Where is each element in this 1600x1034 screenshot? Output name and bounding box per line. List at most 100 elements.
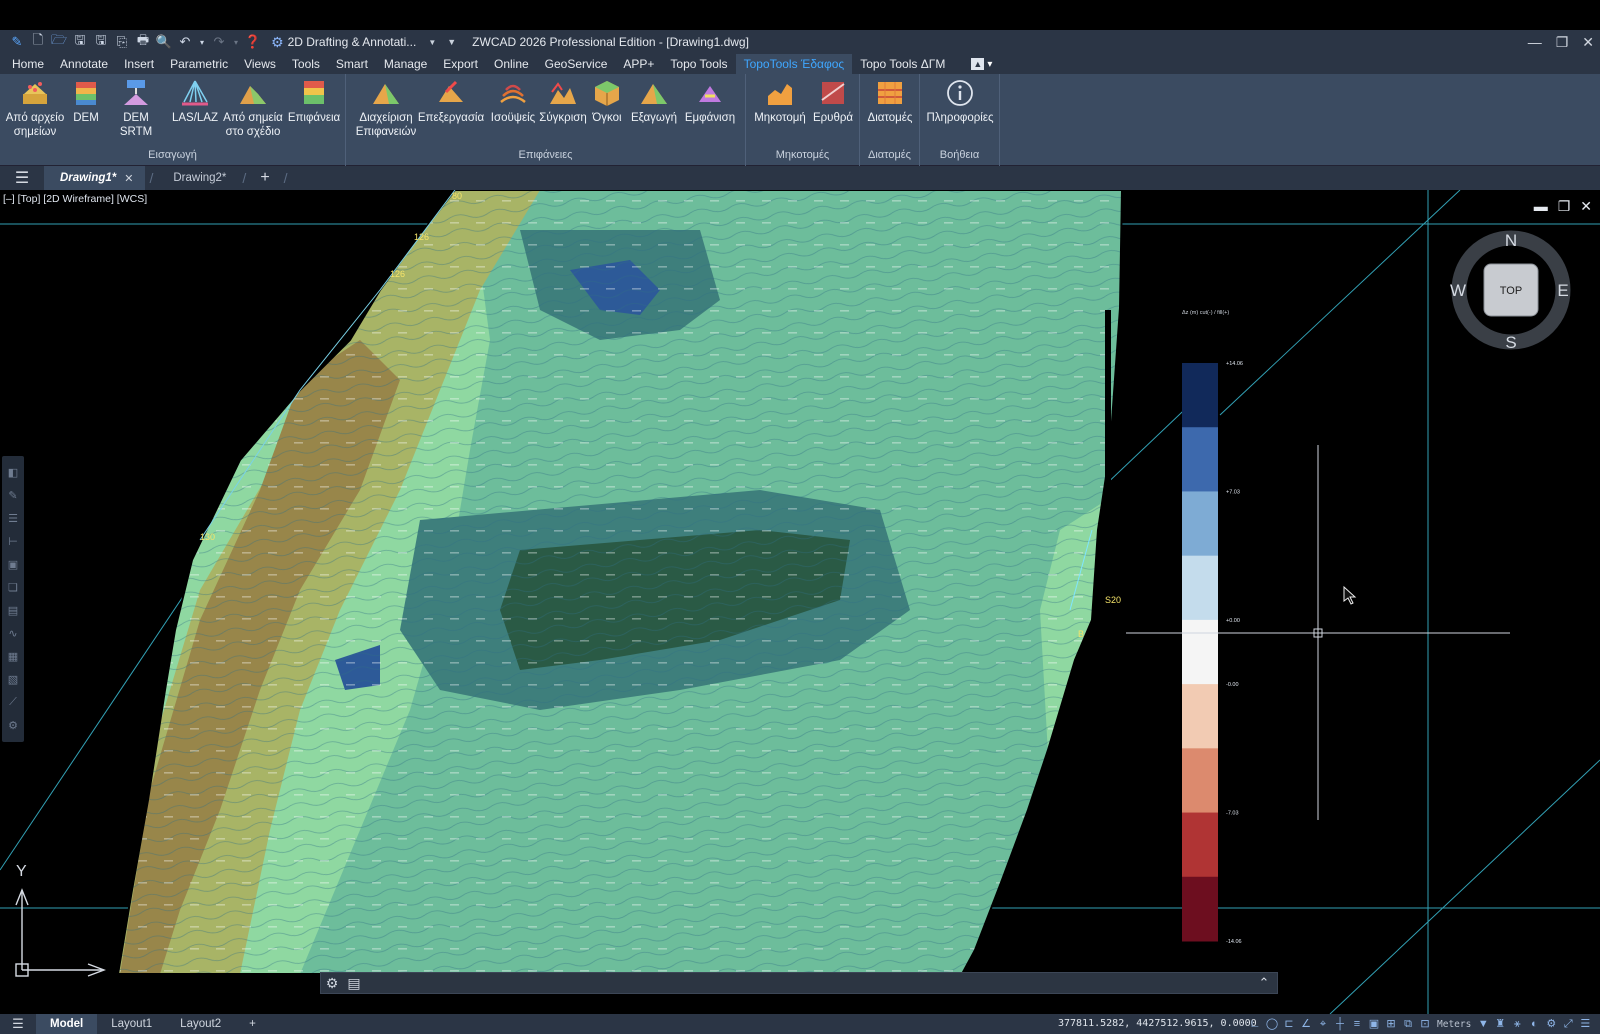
hamburger-menu-icon[interactable]: ☰ xyxy=(0,168,44,188)
tab-parametric[interactable]: Parametric xyxy=(162,54,236,74)
dem-srtm-button[interactable]: DEM SRTM xyxy=(106,78,166,139)
app-logo-icon[interactable]: ✎ xyxy=(8,33,26,51)
hamburger-menu-icon[interactable]: ☰ xyxy=(0,1016,36,1032)
tab-topo-tools-dgm[interactable]: Topo Tools ΔΓΜ xyxy=(852,54,953,74)
info-button[interactable]: Πληροφορίες xyxy=(924,78,996,125)
ortho-icon[interactable]: ⊏ xyxy=(1282,1017,1296,1031)
manage-surfaces-button[interactable]: Διαχείριση Επιφανειών xyxy=(352,78,420,139)
print-icon[interactable]: 🖶 xyxy=(134,32,152,51)
gear-icon[interactable]: ⚙ xyxy=(1544,1017,1558,1031)
undo-icon[interactable]: ↶ xyxy=(176,33,194,51)
from-drawing-points-button[interactable]: Από σημεία στο σχέδιο xyxy=(220,78,286,139)
new-file-icon[interactable]: 🗋 xyxy=(29,32,47,51)
compare-button[interactable]: Σύγκριση xyxy=(538,78,588,125)
units-label[interactable]: Meters xyxy=(1437,1019,1471,1030)
tab-tools[interactable]: Tools xyxy=(284,54,328,74)
viewport-restore-button[interactable]: ❐ xyxy=(1558,198,1571,215)
viewport-label[interactable]: [–] [Top] [2D Wireframe] [WCS] xyxy=(3,193,147,205)
doc-tab-drawing2[interactable]: Drawing2* xyxy=(157,166,238,190)
add-layout-button[interactable]: + xyxy=(235,1014,270,1034)
tab-layout1[interactable]: Layout1 xyxy=(97,1014,166,1034)
contours-button[interactable]: Ισοϋψείς xyxy=(488,78,538,125)
fullscreen-icon[interactable]: ⤢ xyxy=(1561,1017,1575,1031)
block-tool-icon[interactable]: ▣ xyxy=(6,558,20,577)
compass-north[interactable]: N xyxy=(1505,231,1517,250)
qat-customize-icon[interactable]: ▼ xyxy=(447,37,456,47)
tab-layout2[interactable]: Layout2 xyxy=(166,1014,235,1034)
gear-icon[interactable]: ⚙ xyxy=(6,719,20,738)
minimize-button[interactable]: — xyxy=(1528,34,1542,50)
customize-menu-icon[interactable]: ☰ xyxy=(1578,1017,1592,1031)
polar-tracking-icon[interactable]: ∠ xyxy=(1299,1017,1313,1031)
chevron-down-icon[interactable]: ▼ xyxy=(1476,1017,1490,1031)
surface-button[interactable]: Επιφάνεια xyxy=(286,78,342,125)
compass-west[interactable]: W xyxy=(1450,281,1466,300)
otrack-icon[interactable]: ┼ xyxy=(1333,1017,1347,1031)
viewport-close-button[interactable]: ✕ xyxy=(1580,198,1592,215)
edit-surface-button[interactable]: Επεξεργασία xyxy=(416,78,486,125)
las-laz-button[interactable]: LAS/LAZ xyxy=(170,78,220,125)
help-icon[interactable]: ❓ xyxy=(244,33,262,51)
tab-home[interactable]: Home xyxy=(4,54,52,74)
tab-app-plus[interactable]: APP+ xyxy=(615,54,662,74)
copy-clip-icon[interactable]: ⎘ xyxy=(113,33,131,51)
tab-topotools-terrain[interactable]: TopoTools Έδαφος xyxy=(735,54,853,74)
grid-icon[interactable]: ◯ xyxy=(1265,1017,1279,1031)
table-tool-icon[interactable]: ▤ xyxy=(6,604,20,623)
doc-tab-drawing1[interactable]: Drawing1* ✕ xyxy=(44,166,146,190)
units-icon[interactable]: ⊡ xyxy=(1418,1017,1432,1031)
save-as-icon[interactable]: 🖫 xyxy=(92,32,110,51)
lineweight-icon[interactable]: ≡ xyxy=(1350,1017,1364,1031)
maximize-button[interactable]: ❐ xyxy=(1556,34,1569,51)
list-tool-icon[interactable]: ☰ xyxy=(6,512,20,531)
redo-icon[interactable]: ↷ xyxy=(210,33,228,51)
print-preview-icon[interactable]: 🔍 xyxy=(155,33,173,51)
tab-annotate[interactable]: Annotate xyxy=(52,54,116,74)
chevron-up-icon[interactable]: ⌃ xyxy=(1251,975,1277,991)
dynamic-input-icon[interactable]: ⊞ xyxy=(1384,1017,1398,1031)
stack-tool-icon[interactable]: ❏ xyxy=(6,581,20,600)
export-surface-button[interactable]: Εξαγωγή xyxy=(626,78,682,125)
ribbon-minimize-toggle[interactable]: ▲ ▾ xyxy=(971,58,992,70)
drawing-canvas[interactable]: 80 126 126 130 S20 B Δz (m) cut(-) / fil… xyxy=(0,190,1600,1014)
tab-model[interactable]: Model xyxy=(36,1014,98,1034)
viewcube-top-face[interactable]: TOP xyxy=(1500,285,1522,297)
tab-manage[interactable]: Manage xyxy=(376,54,435,74)
profile-button[interactable]: Μηκοτομή xyxy=(750,78,810,125)
new-tab-button[interactable]: + xyxy=(250,169,279,187)
tab-topo-tools[interactable]: Topo Tools xyxy=(662,54,735,74)
open-folder-icon[interactable]: 🗁 xyxy=(50,32,68,51)
model-space-icon[interactable]: ▣ xyxy=(1367,1017,1381,1031)
compass-south[interactable]: S xyxy=(1505,333,1516,352)
volumes-button[interactable]: Όγκοι xyxy=(586,78,628,125)
viewport-minimize-button[interactable]: ▬ xyxy=(1534,198,1548,215)
isolate-objects-icon[interactable]: ◐ xyxy=(1527,1017,1541,1031)
save-icon[interactable]: 🖫 xyxy=(71,32,89,51)
from-points-file-button[interactable]: Από αρχείο σημείων xyxy=(4,78,66,139)
command-input[interactable] xyxy=(365,974,1251,992)
cross-sections-button[interactable]: Διατομές xyxy=(864,78,916,125)
command-history-icon[interactable]: ▤ xyxy=(343,975,365,992)
snap-mode-icon[interactable]: ∟ xyxy=(1248,1017,1262,1031)
dimension-tool-icon[interactable]: ⊢ xyxy=(6,535,20,554)
tab-views[interactable]: Views xyxy=(236,54,284,74)
redo-dropdown-icon[interactable]: ▾ xyxy=(231,33,241,51)
annotation-scale-icon[interactable]: ♜ xyxy=(1493,1017,1507,1031)
tab-online[interactable]: Online xyxy=(486,54,537,74)
compass-east[interactable]: E xyxy=(1557,281,1568,300)
tab-export[interactable]: Export xyxy=(435,54,486,74)
measure-tool-icon[interactable]: ⟋ xyxy=(6,696,20,715)
draw-tool-icon[interactable]: ✎ xyxy=(6,489,20,508)
undo-dropdown-icon[interactable]: ▾ xyxy=(197,33,207,51)
red-line-button[interactable]: Ερυθρά xyxy=(810,78,856,125)
tab-smart[interactable]: Smart xyxy=(328,54,376,74)
workspace-switch-icon[interactable]: ⚹ xyxy=(1510,1017,1524,1031)
image-tool-icon[interactable]: ▦ xyxy=(6,650,20,669)
viewcube[interactable]: TOP N S E W xyxy=(1450,230,1571,352)
osnap-icon[interactable]: ⌖ xyxy=(1316,1017,1330,1031)
pdf-tool-icon[interactable]: ▧ xyxy=(6,673,20,692)
close-button[interactable]: ✕ xyxy=(1582,34,1594,51)
dem-button[interactable]: DEM xyxy=(68,78,104,125)
display-surface-button[interactable]: Εμφάνιση xyxy=(682,78,738,125)
selection-cycling-icon[interactable]: ⧉ xyxy=(1401,1017,1415,1031)
